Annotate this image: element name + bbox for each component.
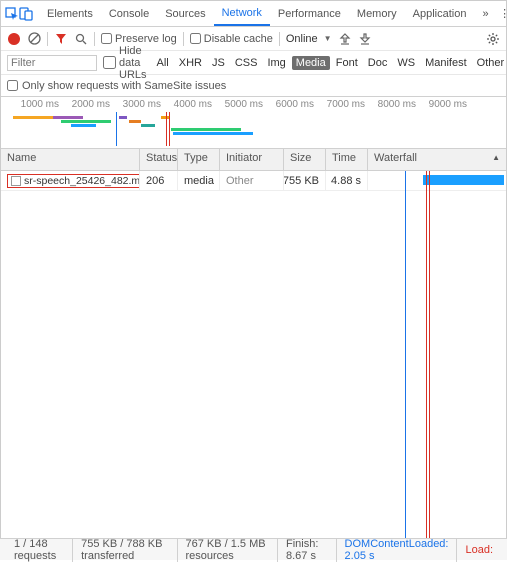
col-time[interactable]: Time: [326, 149, 368, 170]
status-load: Load:: [457, 544, 501, 556]
filter-input[interactable]: [7, 55, 97, 71]
tab-sources[interactable]: Sources: [157, 1, 213, 26]
tick: 2000 ms: [62, 99, 110, 110]
hide-data-urls-label: Hide data URLs: [119, 45, 147, 81]
timeline-ticks: 1000 ms 2000 ms 3000 ms 4000 ms 5000 ms …: [1, 97, 506, 110]
tick: 7000 ms: [317, 99, 365, 110]
tick: 3000 ms: [113, 99, 161, 110]
hide-data-urls-checkbox[interactable]: Hide data URLs: [103, 45, 147, 81]
filter-css[interactable]: CSS: [231, 56, 262, 70]
disable-cache-label: Disable cache: [204, 33, 273, 45]
status-transferred: 755 KB / 788 KB transferred: [73, 538, 177, 562]
cell-time: 4.88 s: [326, 171, 368, 190]
tick: 4000 ms: [164, 99, 212, 110]
filter-other[interactable]: Other: [473, 56, 507, 70]
col-waterfall-label: Waterfall: [374, 152, 417, 164]
filter-js[interactable]: JS: [208, 56, 229, 70]
panel-tabs: Elements Console Sources Network Perform…: [39, 1, 497, 26]
col-size[interactable]: Size: [284, 149, 326, 170]
tab-performance[interactable]: Performance: [270, 1, 349, 26]
waterfall-bar: [423, 175, 504, 185]
grid-header: Name Status Type Initiator Size Time Wat…: [1, 149, 506, 171]
status-requests: 1 / 148 requests: [6, 538, 73, 562]
search-icon[interactable]: [74, 32, 88, 46]
cell-name: sr-speech_25426_482.mp4: [1, 171, 140, 190]
tick: 1000 ms: [11, 99, 59, 110]
filter-manifest[interactable]: Manifest: [421, 56, 471, 70]
table-row[interactable]: sr-speech_25426_482.mp4 206 media Other …: [1, 171, 506, 191]
file-icon: [11, 176, 21, 186]
col-name[interactable]: Name: [1, 149, 140, 170]
timeline-body: [1, 112, 506, 146]
cell-type: media: [178, 171, 220, 190]
filter-all[interactable]: All: [153, 56, 173, 70]
divider: [279, 32, 280, 46]
samesite-checkbox[interactable]: [7, 80, 18, 91]
tick: 9000 ms: [419, 99, 467, 110]
tick: 6000 ms: [266, 99, 314, 110]
preserve-log-checkbox[interactable]: Preserve log: [101, 33, 177, 45]
samesite-label: Only show requests with SameSite issues: [22, 80, 226, 92]
type-filters: All XHR JS CSS Img Media Font Doc WS Man…: [153, 56, 507, 70]
download-icon[interactable]: [358, 32, 372, 46]
network-toolbar: Preserve log Disable cache Online ▼: [1, 27, 506, 51]
request-name: sr-speech_25426_482.mp4: [24, 175, 140, 187]
tab-network[interactable]: Network: [214, 1, 270, 26]
tab-memory[interactable]: Memory: [349, 1, 405, 26]
status-resources: 767 KB / 1.5 MB resources: [178, 538, 278, 562]
status-dcl: DOMContentLoaded: 2.05 s: [337, 538, 458, 562]
preserve-log-label: Preserve log: [115, 33, 177, 45]
tab-application[interactable]: Application: [405, 1, 475, 26]
timeline-overview[interactable]: 1000 ms 2000 ms 3000 ms 4000 ms 5000 ms …: [1, 97, 506, 149]
upload-icon[interactable]: [338, 32, 352, 46]
tab-console[interactable]: Console: [101, 1, 157, 26]
topbar-right: ⋮ ✕: [497, 7, 507, 20]
filter-font[interactable]: Font: [332, 56, 362, 70]
divider: [47, 32, 48, 46]
throttle-select[interactable]: Online: [286, 33, 318, 45]
dropdown-caret-icon[interactable]: ▼: [324, 34, 332, 43]
filter-doc[interactable]: Doc: [364, 56, 392, 70]
tab-elements[interactable]: Elements: [39, 1, 101, 26]
filter-ws[interactable]: WS: [393, 56, 419, 70]
cell-status: 206: [140, 171, 178, 190]
inspect-icon[interactable]: [5, 7, 19, 21]
record-button[interactable]: [7, 32, 21, 46]
devtools-topbar: Elements Console Sources Network Perform…: [1, 1, 506, 27]
samesite-row: Only show requests with SameSite issues: [1, 75, 506, 97]
tick: 5000 ms: [215, 99, 263, 110]
cell-waterfall: [368, 171, 506, 190]
filter-media[interactable]: Media: [292, 56, 330, 70]
col-status[interactable]: Status: [140, 149, 178, 170]
device-toggle-icon[interactable]: [19, 7, 33, 21]
disable-cache-checkbox[interactable]: Disable cache: [190, 33, 273, 45]
col-type[interactable]: Type: [178, 149, 220, 170]
kebab-menu-icon[interactable]: ⋮: [497, 7, 507, 20]
filter-xhr[interactable]: XHR: [175, 56, 206, 70]
filter-toggle-icon[interactable]: [54, 32, 68, 46]
cell-initiator: Other: [220, 171, 284, 190]
grid-body: sr-speech_25426_482.mp4 206 media Other …: [1, 171, 506, 544]
status-finish: Finish: 8.67 s: [278, 538, 337, 562]
col-waterfall[interactable]: Waterfall ▲: [368, 149, 506, 170]
divider: [183, 32, 184, 46]
tabs-overflow-icon[interactable]: »: [474, 1, 496, 26]
cell-size: 755 KB: [284, 171, 326, 190]
filter-img[interactable]: Img: [263, 56, 289, 70]
filter-bar: Hide data URLs All XHR JS CSS Img Media …: [1, 51, 506, 75]
settings-gear-icon[interactable]: [486, 32, 500, 46]
clear-icon[interactable]: [27, 32, 41, 46]
tick: 8000 ms: [368, 99, 416, 110]
status-bar: 1 / 148 requests 755 KB / 788 KB transfe…: [0, 538, 507, 560]
col-initiator[interactable]: Initiator: [220, 149, 284, 170]
sort-asc-icon: ▲: [492, 153, 500, 162]
divider: [94, 32, 95, 46]
